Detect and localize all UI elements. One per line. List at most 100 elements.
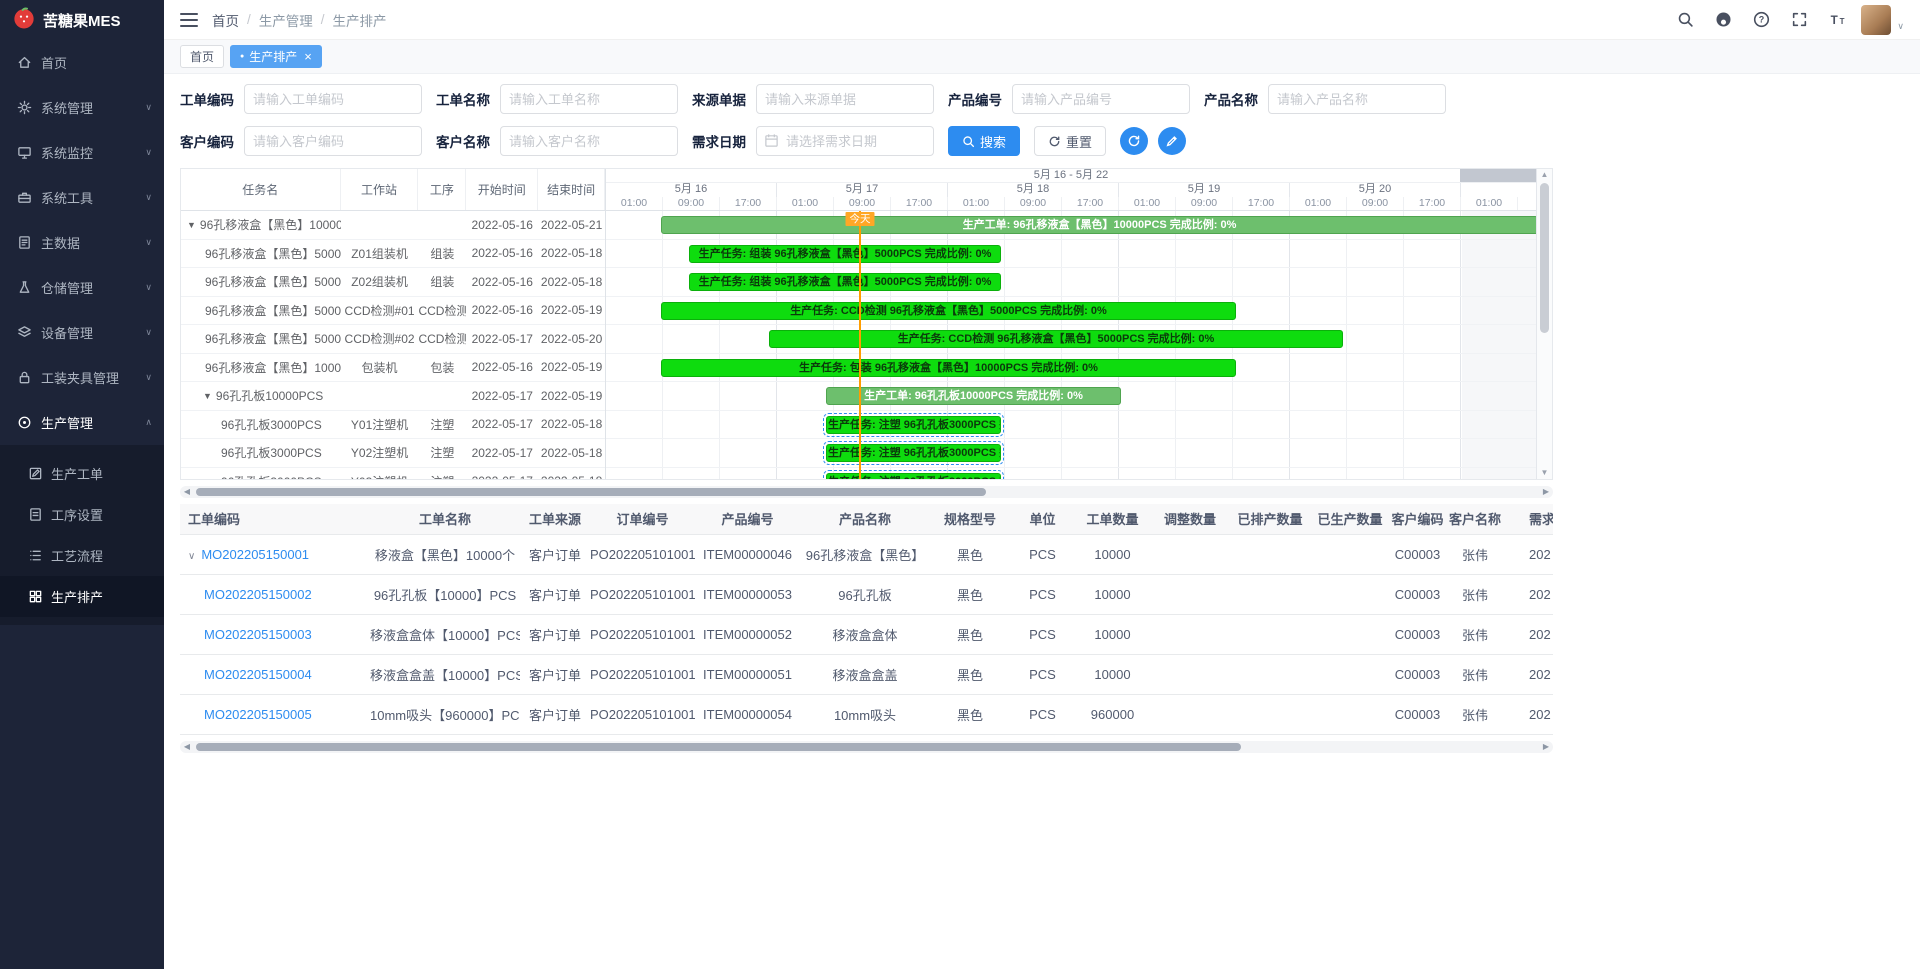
col-unit: 单位 [1010, 504, 1075, 534]
demand-date-input[interactable] [756, 126, 934, 156]
tab-production-scheduling[interactable]: ● 生产排产 × [230, 45, 322, 68]
reset-icon [1048, 135, 1061, 148]
work-order-code-input[interactable] [244, 84, 422, 114]
work-order-link[interactable]: MO202205150002 [204, 587, 312, 602]
sidebar-item-master-data[interactable]: 主数据 ∨ [0, 220, 164, 265]
gantt-grid-body: ▼96孔移液盒【黑色】10000PCS 2022-05-16 2022-05-2… [181, 211, 605, 479]
gantt-horizontal-scroll-thumb[interactable] [196, 488, 986, 496]
gantt-bar-work-order[interactable]: 生产工单: 96孔移液盒【黑色】10000PCS 完成比例: 0% [661, 216, 1536, 234]
product-name-input[interactable] [1268, 84, 1446, 114]
gantt-bar-task[interactable]: 生产任务: CCD检测 96孔移液盒【黑色】5000PCS 完成比例: 0% [661, 302, 1236, 320]
gantt-task-row[interactable]: ▼96孔孔板10000PCS 2022-05-17 2022-05-19 [181, 382, 605, 411]
sidebar-item-process-settings[interactable]: 工序设置 [0, 494, 164, 535]
breadcrumb-home[interactable]: 首页 [212, 10, 239, 30]
table-row[interactable]: MO202205150005 10mm吸头【960000】PCS 客户订单 PO… [180, 694, 1553, 734]
breadcrumb-production-scheduling[interactable]: 生产排产 [333, 10, 387, 30]
col-customer-code: 客户编码 [1390, 504, 1445, 534]
breadcrumb-production-management[interactable]: 生产管理 [259, 10, 313, 30]
search-icon[interactable] [1671, 6, 1699, 34]
work-order-link[interactable]: MO202205150001 [201, 547, 309, 562]
sidebar-item-process-flow[interactable]: 工艺流程 [0, 535, 164, 576]
gantt-task-row[interactable]: 96孔移液盒【黑色】5000PCS Z01组装机 组装 2022-05-16 2… [181, 240, 605, 269]
product-code-input[interactable] [1012, 84, 1190, 114]
col-customer-name: 客户名称 [1445, 504, 1505, 534]
gantt-bar-task-selected[interactable]: 生产任务: 注塑 96孔孔板3000PCS 完成比例: 0% [826, 416, 1001, 434]
work-order-link[interactable]: MO202205150005 [204, 707, 312, 722]
sidebar-item-equipment-management[interactable]: 设备管理 ∨ [0, 310, 164, 355]
search-button[interactable]: 搜索 [948, 126, 1020, 156]
tab-close-icon[interactable]: × [304, 50, 312, 63]
sidebar-item-production-management[interactable]: 生产管理 ∧ [0, 400, 164, 445]
source-document-input[interactable] [756, 84, 934, 114]
reset-button[interactable]: 重置 [1034, 126, 1106, 156]
table-row[interactable]: MO202205150002 96孔孔板【10000】PCS 客户订单 PO20… [180, 574, 1553, 614]
row-expand-icon[interactable]: ∨ [188, 551, 195, 562]
help-icon[interactable]: ? [1747, 6, 1775, 34]
fullscreen-icon[interactable] [1785, 6, 1813, 34]
gantt-bar-task-selected[interactable]: 生产任务: 注塑 96孔孔板3000PCS 完成比例: 0% [826, 444, 1001, 462]
filter-product-code: 产品编号 [948, 84, 1190, 114]
customer-name-input[interactable] [500, 126, 678, 156]
today-marker-label: 今天 [846, 212, 875, 226]
sidebar-item-fixture-management[interactable]: 工装夹具管理 ∨ [0, 355, 164, 400]
orders-horizontal-scroll-thumb[interactable] [196, 743, 1241, 751]
scroll-up-icon[interactable]: ▲ [1537, 169, 1552, 181]
gantt-task-row[interactable]: ▼96孔移液盒【黑色】10000PCS 2022-05-16 2022-05-2… [181, 211, 605, 240]
collapse-icon[interactable]: ▼ [203, 391, 212, 401]
refresh-button[interactable] [1120, 127, 1148, 155]
gantt-bar-task[interactable]: 生产任务: 组装 96孔移液盒【黑色】5000PCS 完成比例: 0% [689, 245, 1001, 263]
sidebar-item-production-scheduling[interactable]: 生产排产 [0, 576, 164, 617]
work-order-name-input[interactable] [500, 84, 678, 114]
table-row[interactable]: MO202205150004 移液盒盒盖【10000】PCS 客户订单 PO20… [180, 654, 1553, 694]
chevron-down-icon: ∨ [145, 102, 152, 113]
scroll-left-icon[interactable]: ◀ [180, 486, 194, 498]
tab-home[interactable]: 首页 [180, 45, 224, 68]
gantt-task-row[interactable]: 96孔孔板3000PCS Y01注塑机 注塑 2022-05-17 2022-0… [181, 411, 605, 440]
collapse-icon[interactable]: ▼ [187, 220, 196, 230]
scroll-down-icon[interactable]: ▼ [1537, 467, 1552, 479]
gantt-bar-task-selected[interactable]: 生产任务: 注塑 96孔孔板3000PCS 完成比例: 0% [826, 473, 1001, 480]
sidebar-item-system-monitor[interactable]: 系统监控 ∨ [0, 130, 164, 175]
scroll-left-icon[interactable]: ◀ [180, 741, 194, 753]
edit-button[interactable] [1158, 127, 1186, 155]
gantt-cell-task: 96孔移液盒【黑色】5000PCS [181, 273, 341, 290]
gantt-bar-task[interactable]: 生产任务: 包装 96孔移液盒【黑色】10000PCS 完成比例: 0% [661, 359, 1236, 377]
col-order-number: 订单编号 [590, 504, 695, 534]
sidebar-item-home[interactable]: 首页 [0, 40, 164, 85]
gantt-bar-work-order[interactable]: 生产工单: 96孔孔板10000PCS 完成比例: 0% [826, 387, 1121, 405]
avatar-chevron-down-icon[interactable]: ∨ [1897, 21, 1904, 35]
user-avatar[interactable] [1861, 5, 1891, 35]
orders-horizontal-scrollbar[interactable]: ◀ ▶ [180, 741, 1553, 753]
gantt-vertical-scroll-thumb[interactable] [1540, 183, 1549, 333]
sidebar-item-system-tools[interactable]: 系统工具 ∨ [0, 175, 164, 220]
filter-row-1: 工单编码 工单名称 来源单据 产品编号 产品名称 [180, 84, 1920, 114]
gantt-task-row[interactable]: 96孔移液盒【黑色】5000PCS CCD检测#02 CCD检测 2022-05… [181, 325, 605, 354]
table-row[interactable]: MO202205150003 移液盒盒体【10000】PCS 客户订单 PO20… [180, 614, 1553, 654]
sidebar: 苦糖果MES 首页 系统管理 ∨ 系统监控 ∨ 系统工具 ∨ [0, 0, 164, 969]
gantt-task-row[interactable]: 96孔移液盒【黑色】5000PCS CCD检测#01 CCD检测 2022-05… [181, 297, 605, 326]
gantt-task-row[interactable]: 96孔孔板3000PCS Y03注塑机 注塑 2022-05-17 2022-0… [181, 468, 605, 480]
sidebar-item-production-work-order[interactable]: 生产工单 [0, 453, 164, 494]
gantt-horizontal-scrollbar[interactable]: ◀ ▶ [180, 486, 1553, 498]
collapse-sidebar-icon[interactable] [180, 13, 198, 27]
gantt-vertical-scrollbar[interactable]: ▲ ▼ [1536, 169, 1552, 479]
gantt-bar-task[interactable]: 生产任务: CCD检测 96孔移液盒【黑色】5000PCS 完成比例: 0% [769, 330, 1343, 348]
github-icon[interactable] [1709, 6, 1737, 34]
filter-demand-date: 需求日期 [692, 126, 934, 156]
sidebar-item-system-management[interactable]: 系统管理 ∨ [0, 85, 164, 130]
gantt-task-row[interactable]: 96孔移液盒【黑色】10000PCS 包装机 包装 2022-05-16 202… [181, 354, 605, 383]
sidebar-item-warehouse-management[interactable]: 仓储管理 ∨ [0, 265, 164, 310]
work-order-link[interactable]: MO202205150004 [204, 667, 312, 682]
filter-customer-code: 客户编码 [180, 126, 422, 156]
gantt-bar-task[interactable]: 生产任务: 组装 96孔移液盒【黑色】5000PCS 完成比例: 0% [689, 273, 1001, 291]
table-row[interactable]: ∨MO202205150001 移液盒【黑色】10000个 客户订单 PO202… [180, 534, 1553, 574]
gantt-grid-header: 任务名 工作站 工序 开始时间 结束时间 [181, 169, 605, 211]
gantt-task-row[interactable]: 96孔移液盒【黑色】5000PCS Z02组装机 组装 2022-05-16 2… [181, 268, 605, 297]
scroll-right-icon[interactable]: ▶ [1539, 741, 1553, 753]
work-order-link[interactable]: MO202205150003 [204, 627, 312, 642]
font-size-icon[interactable]: TT [1823, 6, 1851, 34]
scroll-right-icon[interactable]: ▶ [1539, 486, 1553, 498]
customer-code-input[interactable] [244, 126, 422, 156]
page-tabs: 首页 ● 生产排产 × [164, 40, 1920, 74]
gantt-task-row[interactable]: 96孔孔板3000PCS Y02注塑机 注塑 2022-05-17 2022-0… [181, 439, 605, 468]
